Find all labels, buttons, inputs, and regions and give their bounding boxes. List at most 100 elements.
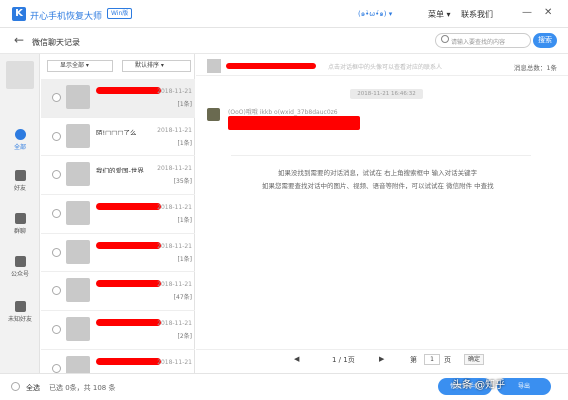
conversation-date: 2018-11-21 bbox=[157, 320, 192, 328]
conversation-avatar bbox=[66, 123, 90, 148]
row-checkbox[interactable] bbox=[52, 325, 61, 335]
user-menu[interactable]: (๑•̀ω•́๑) ▾ bbox=[358, 9, 392, 20]
conversation-date: 2018-11-21 bbox=[157, 165, 192, 173]
redacted-name bbox=[96, 241, 161, 249]
divider bbox=[231, 155, 531, 156]
conversation-avatar bbox=[66, 85, 90, 109]
back-button[interactable]: ← bbox=[14, 33, 24, 47]
conversation-row[interactable]: 2018-11-21 [2条] bbox=[41, 311, 195, 350]
chat-panel: 点击对话框中的头像可以查看对应的联系人 消息总数：1条 2018-11-21 1… bbox=[196, 54, 568, 373]
conversation-avatar bbox=[66, 278, 90, 303]
toolbar: ← 微信聊天记录 请输入要查找的内容 搜索 bbox=[0, 28, 568, 54]
message-timestamp: 2018-11-21 16:46:32 bbox=[350, 89, 423, 99]
row-checkbox[interactable] bbox=[52, 170, 61, 180]
redacted-contact-name bbox=[226, 63, 316, 69]
search-tip: 如果没找到需要的对话消息，试试在 右上角搜索框中 输入对话关键字 bbox=[278, 169, 478, 177]
minimize-button[interactable]: — bbox=[522, 7, 532, 18]
message-count: [1条] bbox=[177, 139, 193, 147]
conversation-rows: 2018-11-21 [1条] 陌!□□□了么 2018-11-21 [1条] 我们的爱国… bbox=[41, 79, 195, 389]
unknown-user-icon bbox=[14, 301, 26, 312]
conversation-row[interactable]: 2018-11-21 [1条] bbox=[41, 234, 195, 273]
row-checkbox[interactable] bbox=[52, 363, 61, 373]
search-button[interactable]: 搜索 bbox=[533, 33, 557, 48]
row-checkbox[interactable] bbox=[52, 247, 61, 257]
sidebar-item-all[interactable]: 全部 bbox=[0, 129, 40, 151]
search-input[interactable]: 请输入要查找的内容 bbox=[435, 33, 531, 48]
contact-button[interactable]: 联系我们 bbox=[461, 9, 493, 20]
app-logo-icon: K bbox=[12, 7, 26, 21]
menu-button[interactable]: 菜单 ▾ bbox=[428, 9, 451, 20]
page-number-input[interactable]: 1 bbox=[424, 354, 440, 365]
message-count: [1条] bbox=[177, 217, 193, 225]
sidebar-item-friends[interactable]: 好友 bbox=[0, 170, 40, 192]
conversation-list: 显示全部 ▾ 默认排序 ▾ 2018-11-21 [1条] 陌!□□□了么 2018-… bbox=[41, 54, 195, 389]
sidebar-item-unknown[interactable]: 未知好友 bbox=[0, 301, 40, 323]
sidebar-item-official[interactable]: 公众号 bbox=[0, 256, 40, 278]
filter-select[interactable]: 显示全部 ▾ bbox=[47, 60, 113, 72]
apps-icon bbox=[14, 256, 26, 267]
goto-label: 第 bbox=[410, 356, 417, 364]
pagination: ◀ 1 / 1页 ▶ 第 1 页 确定 bbox=[196, 349, 568, 367]
contact-avatar[interactable] bbox=[207, 59, 221, 73]
first-page-button[interactable]: ◀ bbox=[294, 355, 299, 363]
selection-summary: 已选 0条，共 108 条 bbox=[49, 384, 116, 392]
conversation-avatar bbox=[66, 162, 90, 187]
person-icon bbox=[14, 170, 26, 181]
confirm-page-button[interactable]: 确定 bbox=[464, 354, 484, 365]
chat-header: 点击对话框中的头像可以查看对应的联系人 消息总数：1条 bbox=[196, 54, 568, 76]
redacted-name bbox=[96, 280, 161, 288]
conversation-avatar bbox=[66, 317, 90, 342]
group-icon bbox=[14, 213, 26, 224]
sender-avatar[interactable] bbox=[207, 108, 220, 121]
page-title: 微信聊天记录 bbox=[32, 38, 80, 47]
grid-icon bbox=[14, 129, 26, 140]
conversation-name: 我们的爱国-世界 bbox=[96, 167, 144, 174]
page-unit: 页 bbox=[444, 356, 451, 364]
redacted-name bbox=[96, 319, 161, 327]
sort-select[interactable]: 默认排序 ▾ bbox=[122, 60, 191, 72]
conversation-date: 2018-11-21 bbox=[157, 88, 192, 95]
conversation-avatar bbox=[66, 239, 90, 264]
conversation-name: 陌!□□□了么 bbox=[96, 128, 137, 135]
message-count: [2条] bbox=[177, 333, 193, 341]
message-sender: (OoO)哦哦 ikkb o(wxid_37b8dauc0z6 bbox=[228, 109, 338, 116]
redacted-name bbox=[96, 87, 161, 94]
conversation-avatar bbox=[66, 201, 90, 226]
conversation-row[interactable]: 陌!□□□了么 2018-11-21 [1条] bbox=[41, 118, 195, 157]
row-checkbox[interactable] bbox=[52, 93, 61, 102]
user-name: (๑•̀ω•́๑) bbox=[358, 10, 387, 18]
conversation-row[interactable]: 2018-11-21 [1条] bbox=[41, 79, 195, 118]
message-count: [35条] bbox=[173, 178, 192, 186]
sidebar-item-groups[interactable]: 群聊 bbox=[0, 213, 40, 235]
message-count: [47条] bbox=[173, 294, 192, 302]
message-count: [1条] bbox=[177, 101, 193, 108]
watermark: 头条 @知乎 bbox=[452, 380, 506, 391]
select-all-label[interactable]: 全选 bbox=[26, 383, 40, 393]
conversation-row[interactable]: 2018-11-21 [47条] bbox=[41, 272, 195, 312]
row-checkbox[interactable] bbox=[52, 209, 61, 219]
app-title: 开心手机恢复大师 bbox=[30, 12, 103, 22]
edition-badge: Win版 bbox=[107, 8, 133, 19]
conversation-date: 2018-11-21 bbox=[157, 358, 192, 366]
redacted-message-bubble bbox=[228, 116, 360, 130]
redacted-name bbox=[96, 357, 161, 365]
select-all-checkbox[interactable] bbox=[11, 382, 20, 391]
close-button[interactable]: ✕ bbox=[544, 7, 552, 18]
conversation-date: 2018-11-21 bbox=[157, 242, 192, 250]
device-thumbnail bbox=[6, 61, 34, 89]
redacted-name bbox=[96, 203, 161, 211]
title-bar: K 开心手机恢复大师 Win版 (๑•̀ω•́๑) ▾ 菜单 ▾ 联系我们 — … bbox=[0, 0, 568, 28]
last-page-button[interactable]: ▶ bbox=[379, 355, 384, 363]
conversation-row[interactable]: 2018-11-21 [1条] bbox=[41, 195, 195, 234]
sidebar: 全部 好友 群聊 公众号 未知好友 bbox=[0, 54, 40, 373]
attachment-tip: 如果您需要查找对话中的图片、视频、语音等附件，可以试试在 微信附件 中查找 bbox=[262, 182, 494, 190]
row-checkbox[interactable] bbox=[52, 131, 61, 141]
avatar-hint: 点击对话框中的头像可以查看对应的联系人 bbox=[328, 64, 443, 71]
conversation-date: 2018-11-21 bbox=[157, 126, 192, 134]
conversation-date: 2018-11-21 bbox=[157, 281, 192, 289]
row-checkbox[interactable] bbox=[52, 286, 61, 296]
message-total: 消息总数：1条 bbox=[513, 64, 557, 72]
page-indicator: 1 / 1页 bbox=[332, 356, 355, 364]
conversation-row[interactable]: 我们的爱国-世界 2018-11-21 [35条] bbox=[41, 156, 195, 196]
conversation-date: 2018-11-21 bbox=[157, 204, 192, 212]
